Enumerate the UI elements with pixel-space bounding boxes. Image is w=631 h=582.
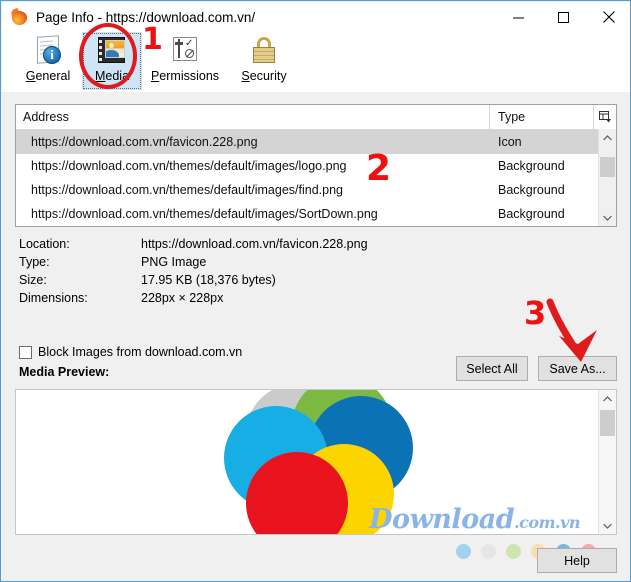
detail-type: Type: PNG Image	[19, 255, 439, 269]
tab-media-label: Media	[94, 69, 130, 83]
table-row[interactable]: https://download.com.vn/favicon.228.png …	[16, 130, 616, 154]
firefox-icon	[10, 7, 28, 26]
minimize-icon[interactable]	[496, 2, 541, 32]
table-row[interactable]: https://download.com.vn/themes/default/i…	[16, 178, 616, 202]
watermark: Download.com.vn	[369, 506, 580, 533]
tab-general-label: General	[25, 69, 71, 83]
block-images-label: Block Images from download.com.vn	[38, 345, 243, 359]
preview-scrollbar[interactable]	[598, 390, 616, 534]
tab-security-label: Security	[241, 69, 287, 83]
title-bar: Page Info - https://download.com.vn/	[2, 2, 630, 32]
tab-general[interactable]: i General	[14, 32, 82, 90]
general-info-icon: i	[31, 34, 65, 67]
row-address: https://download.com.vn/favicon.228.png	[31, 135, 258, 149]
watermark-main: Download	[369, 504, 515, 535]
media-list-rows: https://download.com.vn/favicon.228.png …	[16, 130, 616, 226]
chevron-up-icon[interactable]	[599, 129, 616, 146]
block-images-row[interactable]: Block Images from download.com.vn	[19, 345, 242, 359]
security-padlock-icon	[247, 34, 281, 67]
media-list-header: Address Type	[16, 105, 616, 130]
table-row[interactable]: https://download.com.vn/themes/default/i…	[16, 154, 616, 178]
page-info-toolbar: i General Media ✓ Permissions Security	[2, 32, 630, 92]
chevron-down-icon[interactable]	[599, 209, 616, 226]
detail-dimensions: Dimensions: 228px × 228px	[19, 291, 439, 305]
window-controls	[496, 2, 630, 32]
tab-media[interactable]: Media	[82, 32, 142, 90]
page-info-window: Page Info - https://download.com.vn/ i G…	[0, 0, 631, 582]
detail-location: Location: https://download.com.vn/favico…	[19, 237, 439, 251]
column-picker-icon[interactable]	[593, 105, 616, 129]
detail-label: Type:	[19, 255, 50, 269]
watermark-suffix: .com.vn	[514, 513, 580, 532]
scrollbar-thumb[interactable]	[600, 157, 615, 177]
detail-value: https://download.com.vn/favicon.228.png	[141, 237, 368, 251]
detail-label: Location:	[19, 237, 70, 251]
window-title: Page Info - https://download.com.vn/	[36, 9, 256, 25]
row-address: https://download.com.vn/themes/default/i…	[31, 207, 378, 221]
column-header-address[interactable]: Address	[16, 105, 490, 129]
tab-security[interactable]: Security	[228, 32, 300, 90]
row-address: https://download.com.vn/themes/default/i…	[31, 183, 343, 197]
scrollbar-thumb[interactable]	[600, 410, 615, 436]
detail-label: Size:	[19, 273, 47, 287]
dot	[456, 544, 471, 559]
detail-label: Dimensions:	[19, 291, 88, 305]
permissions-sliders-icon: ✓	[168, 34, 202, 67]
chevron-up-icon[interactable]	[599, 390, 616, 407]
row-address: https://download.com.vn/themes/default/i…	[31, 159, 347, 173]
detail-value: PNG Image	[141, 255, 207, 269]
table-row[interactable]: https://download.com.vn/themes/default/i…	[16, 202, 616, 226]
block-images-checkbox[interactable]	[19, 345, 32, 359]
annotation-number-3: 3	[524, 294, 547, 332]
save-as-button[interactable]: Save As...	[538, 356, 617, 381]
media-details: Location: https://download.com.vn/favico…	[19, 237, 439, 309]
media-preview-label: Media Preview:	[19, 365, 110, 379]
media-list[interactable]: Address Type https://download.com.vn/fav…	[15, 104, 617, 227]
dot	[506, 544, 521, 559]
detail-size: Size: 17.95 KB (18,376 bytes)	[19, 273, 439, 287]
tab-permissions[interactable]: ✓ Permissions	[142, 32, 228, 90]
detail-value: 17.95 KB (18,376 bytes)	[141, 273, 276, 287]
close-icon[interactable]	[586, 2, 630, 32]
media-preview-pane: Download.com.vn	[15, 389, 617, 535]
select-all-button[interactable]: Select All	[456, 356, 528, 381]
detail-value: 228px × 228px	[141, 291, 224, 305]
maximize-icon[interactable]	[541, 2, 586, 32]
chevron-down-icon[interactable]	[599, 517, 616, 534]
media-filmstrip-icon	[95, 34, 129, 67]
tab-permissions-label: Permissions	[150, 69, 220, 83]
media-list-scrollbar[interactable]	[598, 129, 616, 226]
help-button[interactable]: Help	[537, 548, 617, 573]
dot	[481, 544, 496, 559]
column-header-type[interactable]: Type	[490, 105, 593, 129]
